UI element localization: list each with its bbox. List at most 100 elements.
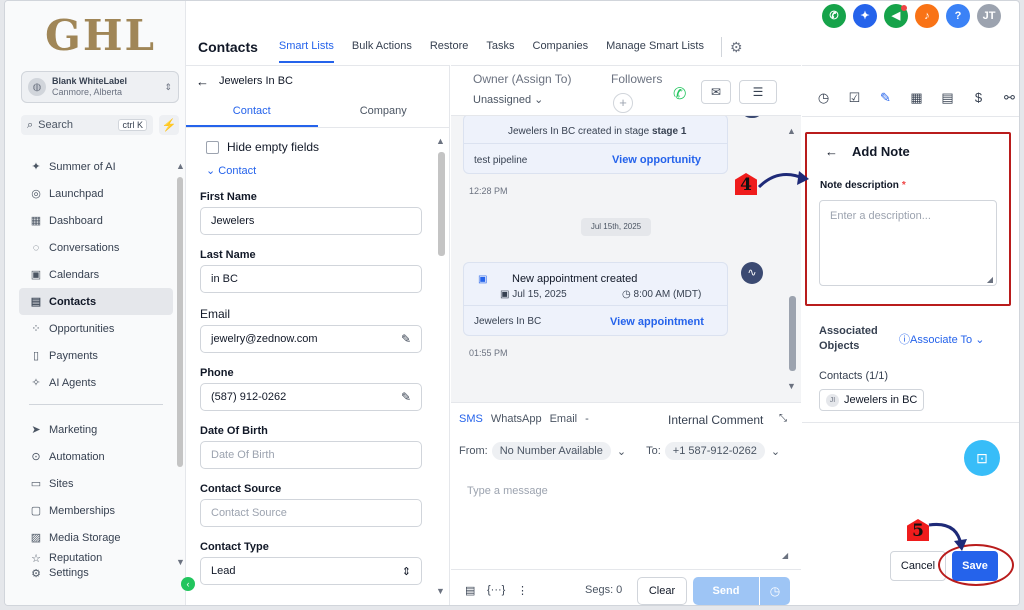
scroll-down-icon[interactable]: ▼ bbox=[787, 381, 796, 391]
scroll-down-icon[interactable]: ▼ bbox=[436, 586, 445, 596]
contact-scrollbar[interactable]: ▲ ▼ bbox=[436, 136, 446, 601]
tab-sms[interactable]: SMS bbox=[459, 413, 483, 425]
contact-type-select[interactable]: Lead ⇕ bbox=[200, 557, 422, 585]
last-name-label: Last Name bbox=[200, 249, 256, 261]
schedule-clock-icon[interactable]: ◷ bbox=[760, 577, 790, 605]
sidebar-scroll-thumb[interactable] bbox=[177, 177, 183, 467]
contact-scroll-thumb[interactable] bbox=[438, 152, 445, 256]
sidebar-item-reputation[interactable]: ☆ Reputation bbox=[19, 551, 173, 565]
search-box[interactable]: ⌕ Search ctrl K bbox=[21, 115, 153, 135]
message-input[interactable]: Type a message bbox=[467, 485, 548, 497]
message-time: 12:28 PM bbox=[469, 186, 508, 196]
resize-grip-icon[interactable]: ◢ bbox=[782, 551, 788, 560]
email-field[interactable]: jewelry@zednow.com ✎ bbox=[200, 325, 422, 353]
internal-comment-tab[interactable]: Internal Comment bbox=[668, 413, 763, 427]
sidebar-item-ai-agents[interactable]: ✧ AI Agents bbox=[19, 369, 173, 396]
chat-widget-button[interactable]: ⊡ bbox=[964, 440, 1000, 476]
sidebar-item-media-storage[interactable]: ▨ Media Storage bbox=[19, 524, 173, 551]
phone-icon[interactable]: ✆ bbox=[673, 84, 686, 104]
add-follower-button[interactable]: + bbox=[613, 93, 633, 113]
phone-field[interactable]: (587) 912-0262 ✎ bbox=[200, 383, 422, 411]
tab-email[interactable]: Email bbox=[550, 413, 578, 425]
more-vertical-icon[interactable]: ⋮ bbox=[517, 584, 528, 597]
tab-tasks[interactable]: Tasks bbox=[486, 31, 514, 63]
tab-company[interactable]: Company bbox=[318, 96, 450, 127]
document-icon[interactable]: ▤ bbox=[932, 90, 963, 106]
megaphone-icon[interactable]: ◀ bbox=[884, 4, 908, 28]
tab-restore[interactable]: Restore bbox=[430, 31, 469, 63]
view-appointment-link[interactable]: View appointment bbox=[610, 316, 704, 328]
sidebar-item-automation[interactable]: ⊙ Automation bbox=[19, 443, 173, 470]
tab-companies[interactable]: Companies bbox=[533, 31, 589, 63]
workflow-icon[interactable]: ⚯ bbox=[994, 90, 1019, 106]
contact-chip[interactable]: JI Jewelers in BC bbox=[819, 389, 925, 411]
owner-label: Owner (Assign To) bbox=[473, 72, 572, 86]
owner-select[interactable]: Unassigned ⌄ bbox=[473, 93, 543, 106]
sidebar-item-conversations[interactable]: ◌ Conversations bbox=[19, 234, 173, 261]
associate-to-dropdown[interactable]: ⓘAssociate To ⌄ bbox=[899, 331, 984, 347]
task-check-icon[interactable]: ☑ bbox=[839, 90, 870, 106]
custom-values-icon[interactable]: {···} bbox=[487, 584, 505, 596]
scroll-up-icon[interactable]: ▲ bbox=[436, 136, 445, 146]
scroll-down-icon[interactable]: ▼ bbox=[176, 557, 185, 567]
sidebar-item-memberships[interactable]: ▢ Memberships bbox=[19, 497, 173, 524]
appointment-contact: Jewelers In BC bbox=[474, 316, 542, 327]
ai-agents-icon: ✧ bbox=[31, 377, 41, 389]
view-opportunity-link[interactable]: View opportunity bbox=[612, 154, 701, 166]
conversation-scroll-thumb[interactable] bbox=[789, 296, 796, 371]
tab-manage-smart-lists[interactable]: Manage Smart Lists bbox=[606, 31, 704, 63]
sidebar-item-launchpad[interactable]: ◎ Launchpad bbox=[19, 180, 173, 207]
sidebar-item-summer-of-ai[interactable]: ✦ Summer of AI bbox=[19, 153, 173, 180]
dob-field[interactable]: Date Of Birth bbox=[200, 441, 422, 469]
gear-icon[interactable]: ⚙ bbox=[730, 39, 743, 56]
pencil-icon[interactable]: ✎ bbox=[870, 90, 901, 106]
note-description-input[interactable]: Enter a description... ◢ bbox=[819, 200, 997, 286]
magic-icon[interactable]: ✦ bbox=[853, 4, 877, 28]
help-icon[interactable]: ? bbox=[946, 4, 970, 28]
scroll-up-icon[interactable]: ▲ bbox=[176, 161, 185, 171]
sidebar-scrollbar[interactable]: ▲ ▼ bbox=[176, 161, 185, 601]
document-icon[interactable]: ▤ bbox=[465, 584, 475, 597]
first-name-field[interactable]: Jewelers bbox=[200, 207, 422, 235]
hide-empty-checkbox[interactable] bbox=[206, 140, 219, 154]
calendar-icon[interactable]: ▦ bbox=[901, 90, 932, 106]
phone-icon[interactable]: ✆ bbox=[822, 4, 846, 28]
tab-whatsapp[interactable]: WhatsApp bbox=[491, 413, 542, 425]
pipeline-name: test pipeline bbox=[474, 155, 528, 166]
pencil-icon[interactable]: ✎ bbox=[401, 332, 411, 346]
resize-grip-icon[interactable]: ◢ bbox=[987, 275, 993, 284]
sidebar-item-contacts[interactable]: ▤ Contacts bbox=[19, 288, 173, 315]
history-icon[interactable]: ◷ bbox=[808, 90, 839, 106]
tab-bulk-actions[interactable]: Bulk Actions bbox=[352, 31, 412, 63]
sidebar-item-marketing[interactable]: ➤ Marketing bbox=[19, 416, 173, 443]
section-contact[interactable]: ⌄ Contact bbox=[206, 164, 422, 177]
tab-smart-lists[interactable]: Smart Lists bbox=[278, 31, 334, 63]
sidebar-item-calendars[interactable]: ▣ Calendars bbox=[19, 261, 173, 288]
clear-button[interactable]: Clear bbox=[637, 577, 687, 605]
scroll-up-icon[interactable]: ▲ bbox=[787, 126, 796, 136]
hide-empty-toggle[interactable]: Hide empty fields bbox=[206, 140, 422, 154]
expand-icon[interactable]: ⤡ bbox=[779, 413, 787, 424]
dollar-icon[interactable]: $ bbox=[963, 90, 994, 106]
sidebar-item-opportunities[interactable]: ⁘ Opportunities bbox=[19, 315, 173, 342]
user-avatar[interactable]: JT bbox=[977, 4, 1001, 28]
sidebar-item-dashboard[interactable]: ▦ Dashboard bbox=[19, 207, 173, 234]
back-arrow-icon[interactable]: ← bbox=[196, 74, 209, 89]
sidebar-item-settings[interactable]: ⚙ Settings bbox=[19, 565, 173, 581]
last-name-field[interactable]: in BC bbox=[200, 265, 422, 293]
from-select[interactable]: No Number Available bbox=[491, 442, 611, 460]
filter-icon[interactable]: ☰ bbox=[739, 80, 777, 104]
email-icon[interactable]: ✉ bbox=[701, 80, 731, 104]
sidebar-item-payments[interactable]: ▯ Payments bbox=[19, 342, 173, 369]
contact-source-field[interactable]: Contact Source bbox=[200, 499, 422, 527]
bell-icon[interactable]: ♪ bbox=[915, 4, 939, 28]
to-select[interactable]: +1 587-912-0262 bbox=[664, 442, 765, 460]
tab-more[interactable]: - bbox=[585, 413, 589, 425]
tab-contact[interactable]: Contact bbox=[186, 96, 318, 127]
send-button[interactable]: Send bbox=[693, 577, 759, 605]
account-switcher[interactable]: ◍ Blank WhiteLabel Canmore, Alberta ⇕ bbox=[21, 71, 179, 103]
quick-action-bolt-icon[interactable]: ⚡ bbox=[159, 115, 179, 135]
sidebar-item-sites[interactable]: ▭ Sites bbox=[19, 470, 173, 497]
back-arrow-icon[interactable]: ← bbox=[825, 144, 838, 159]
pencil-icon[interactable]: ✎ bbox=[401, 390, 411, 404]
